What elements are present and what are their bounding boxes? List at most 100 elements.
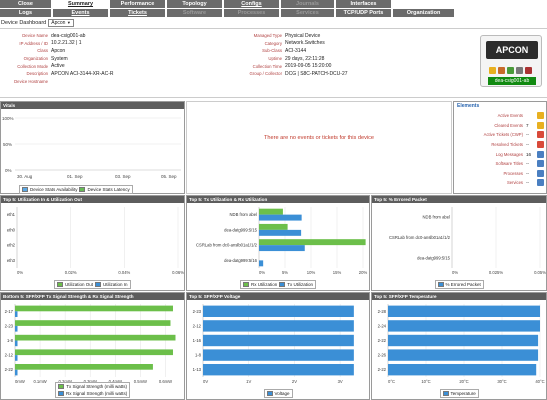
vitals-xtick: 05. Sep	[161, 174, 177, 179]
events-tickets-panel: There are no events or tickets for this …	[186, 101, 452, 194]
legend-item[interactable]: Tx Signal Strength (milli watts)	[58, 384, 127, 389]
device-field-value: DCG | S8C-PATCH-DCU-27	[285, 70, 348, 77]
legend-item[interactable]: Device Stats Availability	[22, 187, 77, 192]
x-tick-label: 0mW	[15, 379, 25, 384]
bar-tx-signal-strength-milli-watts-[interactable]	[15, 364, 153, 370]
legend-item[interactable]: Rx Signal Strength (milli watts)	[58, 391, 127, 396]
bar-rx-signal-strength-milli-watts-[interactable]	[15, 355, 18, 361]
tab-tickets[interactable]: Tickets	[110, 9, 166, 17]
legend-label: Utilization In	[103, 282, 128, 287]
legend-item[interactable]: Rx Utilization	[243, 282, 277, 287]
legend-swatch	[58, 384, 65, 389]
gear-icon[interactable]	[498, 67, 505, 74]
tab-performance[interactable]: Performance	[110, 0, 166, 8]
bar-temperature[interactable]	[388, 320, 540, 332]
chart-icon[interactable]	[507, 67, 514, 74]
legend-item[interactable]: Voltage	[266, 391, 290, 396]
category-label: NDB from abel	[230, 212, 258, 217]
legend-item[interactable]: Temperature	[442, 391, 476, 396]
legend-item[interactable]: Utilization In	[95, 282, 128, 287]
element-row[interactable]: Services --	[456, 178, 544, 188]
element-label[interactable]: Resolved Tickets	[491, 142, 523, 147]
bar-tx-utilization[interactable]	[259, 245, 305, 252]
tab-interfaces[interactable]: Interfaces	[336, 0, 392, 8]
element-row[interactable]: Software Titles --	[456, 159, 544, 169]
tab-tcp-udp-ports[interactable]: TCP/UDP Ports	[336, 9, 392, 17]
bar-rx-signal-strength-milli-watts-[interactable]	[15, 369, 18, 376]
device-field: Collection Time 2019-09-05 15:20:00	[228, 62, 348, 70]
device-field: Description APCON ACI-3144-XR-AC-R	[0, 70, 114, 78]
bar-voltage[interactable]	[203, 305, 354, 317]
bar-temperature[interactable]	[388, 349, 539, 361]
element-label[interactable]: Log Messages	[496, 152, 523, 157]
bar-voltage[interactable]	[203, 364, 354, 376]
bar-tx-utilization[interactable]	[259, 229, 302, 236]
element-label[interactable]: Processes	[503, 171, 523, 176]
tab-summary[interactable]: Summary	[53, 0, 109, 8]
legend-swatch	[266, 391, 273, 396]
tab-events[interactable]: Events	[53, 9, 109, 17]
bar-tx-signal-strength-milli-watts-[interactable]	[15, 320, 171, 326]
bar-tx-utilization[interactable]	[259, 214, 302, 221]
ticket-icon[interactable]	[537, 131, 544, 139]
element-label[interactable]: Software Titles	[496, 161, 523, 166]
warning-icon[interactable]	[537, 121, 544, 129]
bar-temperature[interactable]	[388, 364, 537, 376]
element-label[interactable]: Active Tickets (CWP)	[484, 132, 523, 137]
device-status-icons	[489, 67, 532, 74]
bar-temperature[interactable]	[388, 334, 539, 347]
bar-rx-signal-strength-milli-watts-[interactable]	[15, 311, 18, 317]
tab-configs[interactable]: Configs	[224, 0, 280, 8]
bar-tx-signal-strength-milli-watts-[interactable]	[15, 305, 173, 312]
element-row[interactable]: Cleared Events 7	[456, 121, 544, 131]
bar-tx-signal-strength-milli-watts-[interactable]	[15, 349, 173, 356]
warning-icon[interactable]	[489, 67, 496, 74]
bar-rx-utilization[interactable]	[259, 239, 366, 246]
dashboard-select[interactable]: Apcon ▼	[48, 18, 75, 27]
element-count: --	[526, 170, 530, 176]
chart-legend: Utilization Out Utilization In	[54, 280, 131, 289]
x-tick-label: 5%	[282, 270, 288, 275]
tab-close[interactable]: Close	[0, 0, 52, 8]
element-row[interactable]: Active Tickets (CWP) --	[456, 130, 544, 140]
element-label[interactable]: Active Events	[498, 113, 523, 118]
tab-logs[interactable]: Logs	[0, 9, 52, 17]
device-info-right: Managed Type Physical Device Category Netwo…	[228, 32, 348, 78]
tab-organization[interactable]: Organization	[393, 9, 455, 17]
x-tick-label: 2V	[292, 379, 297, 384]
bar-rx-signal-strength-milli-watts-[interactable]	[15, 325, 18, 332]
bar-tx-utilization[interactable]	[259, 260, 264, 267]
software-icon[interactable]	[537, 160, 544, 168]
element-row[interactable]: Active Events	[456, 111, 544, 121]
element-label[interactable]: Services	[507, 180, 523, 185]
legend-swatch	[22, 187, 28, 192]
bar-rx-utilization[interactable]	[259, 223, 288, 230]
device-field-value: 29 days, 22:11:28	[285, 55, 325, 62]
printer-icon[interactable]	[516, 67, 523, 74]
bar-rx-signal-strength-milli-watts-[interactable]	[15, 340, 18, 347]
bar-voltage[interactable]	[203, 320, 354, 332]
bar-voltage[interactable]	[203, 349, 354, 361]
process-icon[interactable]	[537, 169, 544, 177]
lock-icon[interactable]	[525, 67, 532, 74]
tab-topology[interactable]: Topology	[167, 0, 223, 8]
bar-chart: 0V 1V 2V 3V 2-23 2-12 1-16 1-8 1-13	[193, 304, 354, 384]
bar-voltage[interactable]	[203, 334, 354, 347]
x-tick-label: 20°C	[459, 379, 468, 384]
service-icon[interactable]	[537, 179, 544, 187]
legend-item[interactable]: Utilization Out	[57, 282, 93, 287]
warning-icon[interactable]	[537, 112, 544, 120]
legend-item[interactable]: % Errored Packet	[437, 282, 481, 287]
legend-item[interactable]: Tx Utilization	[279, 282, 313, 287]
legend-item[interactable]: Device Stats Latency	[79, 187, 130, 192]
element-label[interactable]: Cleared Events	[494, 123, 523, 128]
element-row[interactable]: Processes --	[456, 169, 544, 179]
element-row[interactable]: Resolved Tickets --	[456, 140, 544, 150]
bar-rx-utilization[interactable]	[259, 208, 283, 215]
bar-temperature[interactable]	[388, 305, 540, 317]
element-row[interactable]: Log Messages 16	[456, 149, 544, 159]
elements-title: Elements	[457, 103, 480, 109]
bar-tx-signal-strength-milli-watts-[interactable]	[15, 334, 176, 341]
ticket-icon[interactable]	[537, 141, 544, 149]
log-icon[interactable]	[537, 150, 544, 158]
